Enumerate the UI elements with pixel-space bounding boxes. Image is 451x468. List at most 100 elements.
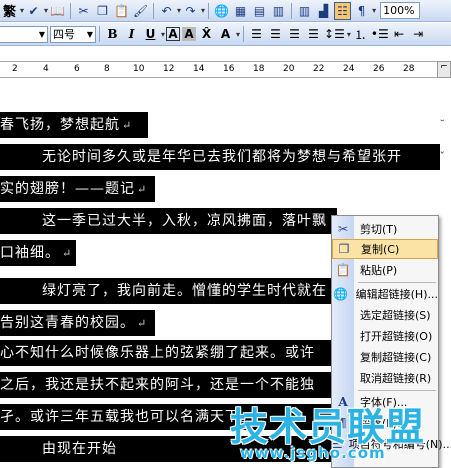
menu-item-remove-hyperlink[interactable]: 取消超链接(R) xyxy=(332,368,438,388)
chevron-down-icon[interactable]: ▾ xyxy=(44,6,48,15)
text-line-content: 无论时间多久或是年华已去我们都将为梦想与希望张开 xyxy=(42,149,402,165)
increase-indent-icon[interactable]: ⇥ xyxy=(410,25,427,43)
copy-icon: ❐ xyxy=(338,242,350,256)
chevron-down-icon[interactable]: ▾ xyxy=(372,6,376,15)
spell-check-icon[interactable]: ✔ xyxy=(25,2,42,20)
menu-item-cut[interactable]: ✂ 剪切(T) xyxy=(332,219,438,239)
selected-text-line[interactable]: 口袖细。 ↵ xyxy=(0,240,76,266)
redo-icon[interactable]: ↷ xyxy=(182,2,199,20)
character-border-icon[interactable]: A xyxy=(166,27,181,41)
standard-toolbar: 繁 ▾ ✔ ▾ 📖 ✂ ❐ 📋 🖌 ↶ ▾ ↷ ▾ 🌐 ▦ ▤ ▥ ▥ ▟ ☷ … xyxy=(0,0,451,22)
text-line-content: 由现在开始 xyxy=(42,441,117,457)
margin-mark: ˇ xyxy=(439,150,446,163)
toolbar-separator xyxy=(291,2,293,19)
character-shading-icon[interactable]: A xyxy=(182,27,197,41)
menu-item-label: 剪切(T) xyxy=(360,223,398,236)
text-line-content: 春飞扬，梦想起航 xyxy=(0,117,120,133)
toolbar-separator xyxy=(70,2,72,19)
selected-text-line[interactable]: 无论时间多久或是年华已去我们都将为梦想与希望张开 xyxy=(0,144,440,170)
horizontal-ruler[interactable]: 2 4 6 8 10 12 14 16 18 20 22 24 26 28 ⌐ xyxy=(0,47,451,92)
research-icon[interactable]: 📖 xyxy=(49,2,66,20)
chevron-down-icon[interactable]: ▼ xyxy=(84,30,93,39)
format-painter-icon[interactable]: 🖌 xyxy=(132,2,149,20)
ruler-number: 6 xyxy=(74,64,80,74)
columns-icon[interactable]: ▥ xyxy=(296,2,313,20)
font-color-icon[interactable]: A xyxy=(217,25,234,43)
paragraph-mark-icon: ↵ xyxy=(137,183,148,196)
ruler-number: 20 xyxy=(283,64,295,74)
ruler-tab-selector[interactable]: ⌐ xyxy=(437,61,451,78)
hyperlink-icon: 🌐 xyxy=(333,287,349,301)
undo-icon[interactable]: ↶ xyxy=(158,2,175,20)
traditional-chinese-button[interactable]: 繁 xyxy=(1,2,18,20)
insert-hyperlink-icon[interactable]: 🌐 xyxy=(213,2,230,20)
margin-mark: ˘ xyxy=(439,118,446,131)
menu-item-copy[interactable]: ❐ 复制(C) xyxy=(332,239,438,259)
menu-item-copy-hyperlink[interactable]: 复制超链接(C) xyxy=(332,347,438,367)
ruler-number: 16 xyxy=(223,64,235,74)
justify-icon[interactable]: ☰ xyxy=(305,25,322,43)
tables-borders-icon[interactable]: ▦ xyxy=(232,2,249,20)
menu-item-select-hyperlink[interactable]: 选定超链接(S) xyxy=(332,305,438,325)
numbering-icon[interactable]: ⒈ xyxy=(352,25,369,43)
selected-text-line[interactable]: 实的翅膀！——题记 ↵ xyxy=(0,176,155,202)
selected-text-line[interactable]: 心不知什么时候像乐器上的弦紧绷了起来。或许 xyxy=(0,340,337,366)
align-left-icon[interactable]: ☰ xyxy=(248,25,265,43)
font-name-select[interactable]: ▼ xyxy=(0,25,48,43)
selected-text-line[interactable]: 这一季已过大半，入秋，凉风拂面，落叶飘 xyxy=(0,208,337,234)
menu-item-label: 编辑超链接(H)... xyxy=(355,288,438,301)
toolbar-separator xyxy=(153,2,155,19)
text-line-content: 孑。或许三年五载我也可以名满天下。 xyxy=(0,409,255,425)
insert-table-icon[interactable]: ▤ xyxy=(251,2,268,20)
selected-text-line[interactable]: 春飞扬，梦想起航 ↵ xyxy=(0,112,148,138)
character-scaling-icon[interactable]: X̂ xyxy=(198,25,215,43)
copy-icon[interactable]: ❐ xyxy=(94,2,111,20)
chevron-down-icon[interactable]: ▾ xyxy=(201,6,205,15)
align-right-icon[interactable]: ☰ xyxy=(286,25,303,43)
bullets-icon[interactable]: •☰ xyxy=(371,25,389,43)
paste-icon[interactable]: 📋 xyxy=(113,2,130,20)
chevron-down-icon[interactable]: ▼ xyxy=(36,30,45,39)
paragraph-mark-icon: ↵ xyxy=(62,247,73,260)
zoom-select[interactable]: 100% xyxy=(380,2,421,19)
toolbar-separator xyxy=(243,26,245,42)
menu-item-edit-hyperlink[interactable]: 🌐 编辑超链接(H)... xyxy=(332,284,438,304)
selected-text-line[interactable]: 之后，我还是扶不起来的阿斗，还是一个不能独 xyxy=(0,372,337,398)
chevron-down-icon[interactable]: ▾ xyxy=(161,30,165,39)
menu-item-label: 取消超链接(R) xyxy=(360,372,432,385)
chevron-down-icon[interactable]: ▾ xyxy=(236,30,240,39)
selected-text-line[interactable]: 绿灯亮了，我向前走。憎懂的学生时代就在 xyxy=(0,278,337,304)
ruler-number: 18 xyxy=(253,64,265,74)
insert-excel-icon[interactable]: ▥ xyxy=(270,2,287,20)
menu-separator xyxy=(358,282,436,283)
italic-icon[interactable]: I xyxy=(123,25,140,43)
ruler-number: 10 xyxy=(133,64,145,74)
scissors-icon: ✂ xyxy=(337,222,349,236)
decrease-indent-icon[interactable]: ⇤ xyxy=(391,25,408,43)
menu-item-label: 复制超链接(C) xyxy=(360,351,432,364)
chevron-down-icon[interactable]: ▾ xyxy=(20,6,24,15)
menu-item-paste[interactable]: 📋 粘贴(P) xyxy=(332,260,438,280)
ruler-number: 14 xyxy=(193,64,205,74)
watermark-url: www.jsgho.com xyxy=(240,444,386,462)
paste-icon: 📋 xyxy=(335,263,351,277)
menu-item-open-hyperlink[interactable]: 打开超链接(O) xyxy=(332,326,438,346)
bold-icon[interactable]: B xyxy=(104,25,121,43)
chevron-down-icon[interactable]: ▾ xyxy=(347,30,351,39)
show-hide-icon[interactable]: ¶ xyxy=(353,2,370,20)
underline-icon[interactable]: U xyxy=(142,25,159,43)
text-line-content: 之后，我还是扶不起来的阿斗，还是一个不能独 xyxy=(0,377,315,393)
chevron-down-icon[interactable]: ▾ xyxy=(177,6,181,15)
selected-text-line[interactable]: 告别这青春的校园。 ↵ xyxy=(0,310,155,336)
line-spacing-icon[interactable]: ↕☰ xyxy=(324,25,345,43)
cut-icon[interactable]: ✂ xyxy=(75,2,92,20)
document-map-icon[interactable]: ☷ xyxy=(334,1,352,20)
text-line-content: 口袖细。 xyxy=(0,245,60,261)
drawing-icon[interactable]: ▟ xyxy=(315,2,332,20)
menu-separator xyxy=(358,390,436,391)
ruler-number: 12 xyxy=(163,64,175,74)
ruler-number: 24 xyxy=(343,64,355,74)
font-size-select[interactable]: 四号 ▼ xyxy=(50,25,96,43)
menu-item-label: 复制(C) xyxy=(361,243,400,256)
align-center-icon[interactable]: ☰ xyxy=(267,25,284,43)
